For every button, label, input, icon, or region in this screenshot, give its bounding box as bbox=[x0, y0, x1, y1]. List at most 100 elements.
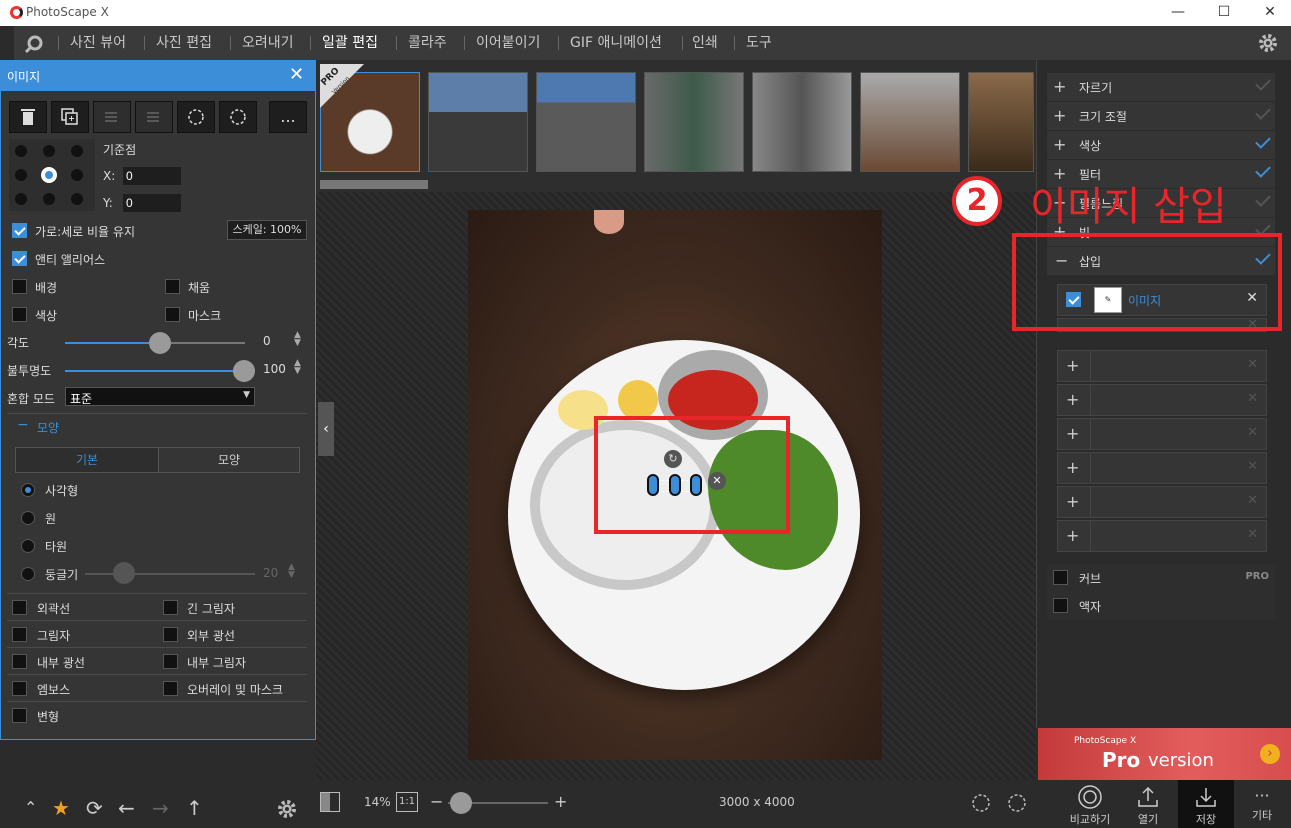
inner-shadow-checkbox[interactable] bbox=[163, 654, 178, 669]
outer-line-checkbox[interactable] bbox=[12, 600, 27, 615]
thumbnail-7[interactable] bbox=[968, 72, 1034, 172]
arrow-left-icon[interactable]: ← bbox=[118, 796, 135, 820]
refresh-icon[interactable]: ⟳ bbox=[86, 796, 103, 820]
opacity-slider-knob[interactable] bbox=[233, 360, 255, 382]
nav-photo-editor[interactable]: 사진 편집 bbox=[156, 26, 212, 60]
overlay-mask-checkbox[interactable] bbox=[163, 681, 178, 696]
thumbnail-2[interactable] bbox=[428, 72, 528, 172]
outer-glow-checkbox[interactable] bbox=[163, 627, 178, 642]
compare-view-icon[interactable] bbox=[320, 792, 340, 812]
item-curve[interactable]: 커브 PRO bbox=[1047, 564, 1275, 592]
panel-close-icon[interactable]: ✕ bbox=[289, 64, 304, 85]
arrow-right-circle-icon[interactable]: › bbox=[1260, 744, 1280, 764]
shape-ellipse-radio[interactable] bbox=[21, 539, 35, 553]
close-button[interactable]: ✕ bbox=[1247, 2, 1291, 24]
x-input[interactable] bbox=[123, 167, 181, 185]
mask-checkbox[interactable] bbox=[165, 307, 180, 322]
insert-slot[interactable]: + ✕ bbox=[1057, 486, 1267, 518]
rounded-value[interactable]: 20 bbox=[263, 566, 278, 580]
scale-button[interactable]: 스케일: 100% bbox=[227, 220, 307, 240]
star-icon[interactable]: ★ bbox=[52, 796, 70, 820]
nav-tools[interactable]: 도구 bbox=[746, 26, 772, 60]
duplicate-button[interactable] bbox=[51, 101, 89, 133]
opacity-value[interactable]: 100 bbox=[263, 362, 286, 376]
delete-button[interactable] bbox=[9, 101, 47, 133]
nav-batch-edit[interactable]: 일괄 편집 bbox=[322, 26, 378, 60]
anchor-top-left[interactable] bbox=[15, 145, 27, 157]
antialias-checkbox[interactable] bbox=[12, 251, 27, 266]
tab-shape[interactable]: 모양 bbox=[158, 447, 300, 473]
rotate-right-button[interactable] bbox=[219, 101, 257, 133]
shadow-checkbox[interactable] bbox=[12, 627, 27, 642]
angle-slider-knob[interactable] bbox=[149, 332, 171, 354]
rounded-spinner-icon[interactable]: ▲ ▼ bbox=[288, 563, 295, 580]
long-shadow-checkbox[interactable] bbox=[163, 600, 178, 615]
thumbnail-4[interactable] bbox=[644, 72, 744, 172]
anchor-bottom-right[interactable] bbox=[71, 193, 83, 205]
keep-ratio-checkbox[interactable] bbox=[12, 223, 27, 238]
more-button[interactable]: ... bbox=[269, 101, 307, 133]
rounded-slider-knob[interactable] bbox=[113, 562, 135, 584]
shape-rect-radio[interactable] bbox=[21, 483, 35, 497]
maximize-button[interactable]: ☐ bbox=[1201, 2, 1247, 24]
item-resize[interactable]: + 크기 조절 bbox=[1047, 102, 1275, 130]
inner-glow-checkbox[interactable] bbox=[12, 654, 27, 669]
background-checkbox[interactable] bbox=[12, 279, 27, 294]
anchor-bottom-center[interactable] bbox=[43, 193, 55, 205]
minimize-button[interactable]: — bbox=[1155, 2, 1201, 24]
nav-gif-animation[interactable]: GIF 애니메이션 bbox=[570, 26, 662, 60]
anchor-middle-right[interactable] bbox=[71, 169, 83, 181]
more-options-button[interactable]: ··· 기타 bbox=[1234, 780, 1290, 828]
rotate-cw-icon[interactable] bbox=[1006, 792, 1028, 814]
rotate-left-button[interactable] bbox=[177, 101, 215, 133]
arrow-up-icon[interactable]: ↑ bbox=[186, 796, 203, 820]
item-crop[interactable]: + 자르기 bbox=[1047, 73, 1275, 101]
shape-rounded-radio[interactable] bbox=[21, 567, 35, 581]
insert-slot[interactable]: + ✕ bbox=[1057, 350, 1267, 382]
actual-size-button[interactable]: 1:1 bbox=[396, 792, 418, 812]
anchor-center-selected[interactable] bbox=[41, 167, 57, 183]
item-color[interactable]: + 색상 bbox=[1047, 131, 1275, 159]
item-frame[interactable]: 액자 bbox=[1047, 592, 1275, 620]
save-button[interactable]: 저장 bbox=[1178, 780, 1234, 828]
filmstrip-scrollbar[interactable] bbox=[320, 180, 428, 189]
gear-icon[interactable] bbox=[1257, 32, 1279, 54]
emboss-checkbox[interactable] bbox=[12, 681, 27, 696]
nav-cut-out[interactable]: 오려내기 bbox=[242, 26, 294, 60]
collapse-panel-button[interactable]: ‹ bbox=[318, 402, 334, 456]
y-input[interactable] bbox=[123, 194, 181, 212]
fill-checkbox[interactable] bbox=[165, 279, 180, 294]
compare-button[interactable]: 비교하기 bbox=[1062, 780, 1118, 828]
transform-checkbox[interactable] bbox=[12, 708, 27, 723]
shape-circle-radio[interactable] bbox=[21, 511, 35, 525]
rotate-ccw-icon[interactable] bbox=[970, 792, 992, 814]
insert-slot[interactable]: + ✕ bbox=[1057, 418, 1267, 450]
settings-gear-icon[interactable] bbox=[276, 798, 298, 820]
arrow-right-icon[interactable]: → bbox=[152, 796, 169, 820]
opacity-slider-track[interactable] bbox=[65, 370, 245, 372]
zoom-slider-knob[interactable] bbox=[450, 792, 472, 814]
frame-checkbox[interactable] bbox=[1053, 598, 1068, 613]
anchor-top-center[interactable] bbox=[43, 145, 55, 157]
zoom-out-icon[interactable]: − bbox=[430, 792, 443, 811]
bring-forward-button[interactable] bbox=[93, 101, 131, 133]
search-icon[interactable] bbox=[24, 34, 44, 54]
zoom-in-icon[interactable]: + bbox=[554, 792, 567, 811]
color-checkbox[interactable] bbox=[12, 307, 27, 322]
nav-combine[interactable]: 이어붙이기 bbox=[476, 26, 540, 60]
angle-spinner-icon[interactable]: ▲ ▼ bbox=[294, 331, 301, 348]
nav-collage[interactable]: 콜라주 bbox=[408, 26, 447, 60]
nav-print[interactable]: 인쇄 bbox=[692, 26, 718, 60]
blend-mode-select[interactable]: 표준 ▼ bbox=[65, 387, 255, 406]
insert-slot[interactable]: + ✕ bbox=[1057, 520, 1267, 552]
opacity-spinner-icon[interactable]: ▲ ▼ bbox=[294, 359, 301, 376]
open-button[interactable]: 열기 bbox=[1120, 780, 1176, 828]
anchor-middle-left[interactable] bbox=[15, 169, 27, 181]
thumbnail-6[interactable] bbox=[860, 72, 960, 172]
thumbnail-5[interactable] bbox=[752, 72, 852, 172]
collapse-icon[interactable]: − bbox=[17, 417, 29, 433]
insert-slot[interactable]: + ✕ bbox=[1057, 452, 1267, 484]
zoom-level[interactable]: 14% bbox=[364, 795, 391, 809]
rounded-slider-track[interactable] bbox=[85, 573, 255, 575]
shape-section-label[interactable]: 모양 bbox=[37, 419, 59, 436]
